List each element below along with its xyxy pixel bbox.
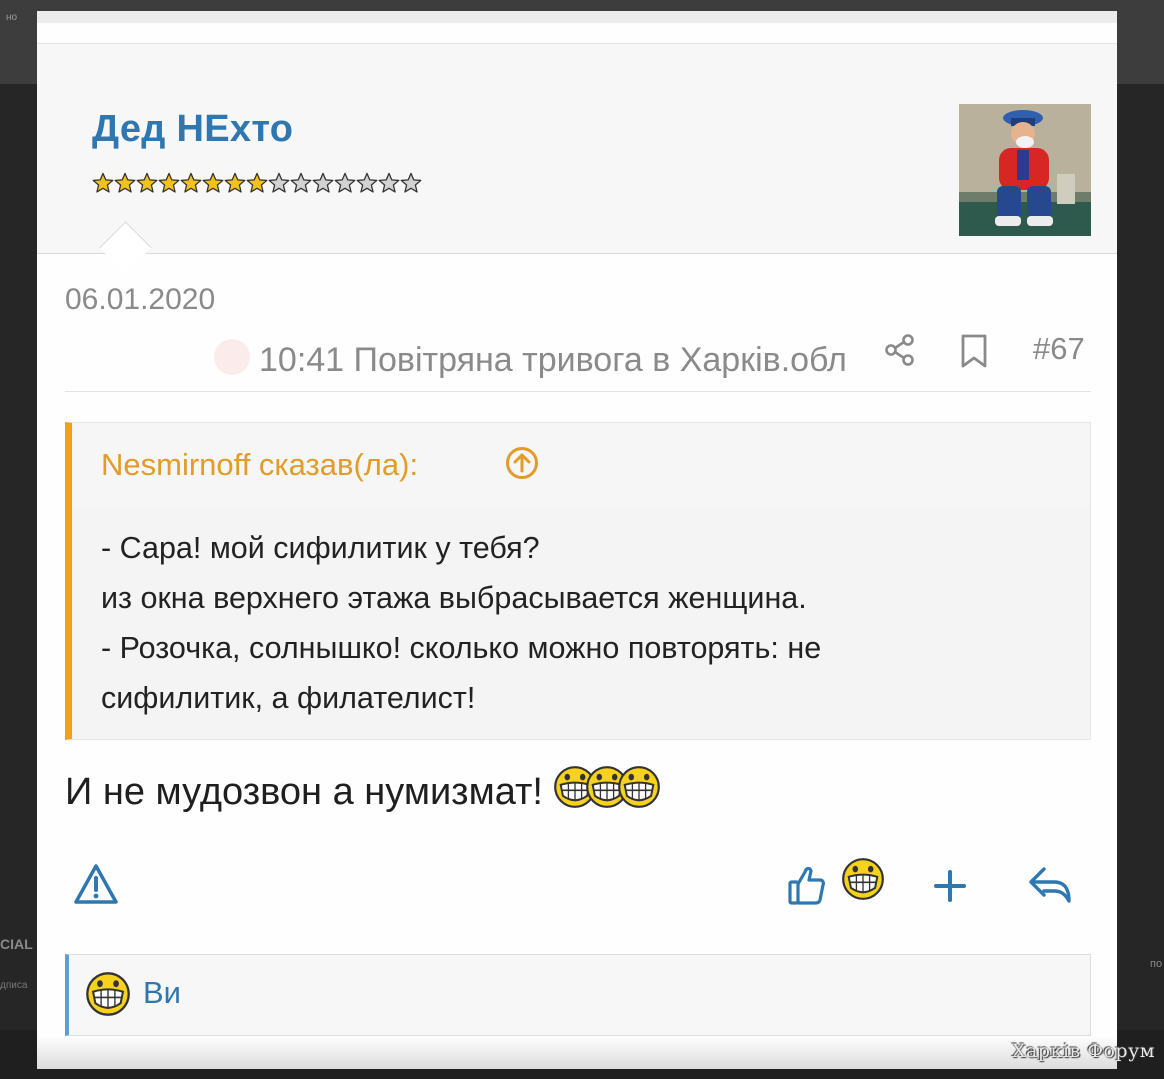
star-filled-icon — [158, 172, 180, 193]
share-icon[interactable] — [883, 333, 917, 367]
star-empty-icon — [268, 172, 290, 193]
reaction-users-link[interactable]: Ви — [143, 975, 181, 1011]
backdrop-left-label: CIAL — [0, 936, 33, 952]
star-filled-icon — [202, 172, 224, 193]
avatar-image — [959, 104, 1091, 236]
user-rating-stars — [92, 172, 422, 194]
reply-icon[interactable] — [1027, 863, 1073, 905]
star-empty-icon — [356, 172, 378, 193]
backdrop-right-small: по — [1150, 958, 1163, 970]
reaction-grin-icon — [841, 857, 885, 901]
grin-smileys — [553, 765, 660, 819]
quote-line: - Розочка, солнышко! сколько можно повто… — [101, 631, 822, 665]
post-message: И не мудозвон а нумизмат! — [65, 765, 660, 819]
message-text: И не мудозвон а нумизмат! — [65, 770, 543, 813]
card-top-edge — [37, 11, 1117, 23]
avatar[interactable] — [959, 104, 1091, 236]
star-empty-icon — [400, 172, 422, 193]
news-ticker[interactable]: 10:41 Повітряна тривога в Харків.обл — [259, 341, 847, 385]
card-bottom-edge — [37, 1036, 1117, 1069]
quote-author-link[interactable]: Nesmirnoff сказав(ла): — [101, 447, 418, 483]
divider — [65, 391, 1091, 392]
reaction-grin-icon — [85, 971, 131, 1017]
quote-line: из окна верхнего этажа выбрасывается жен… — [101, 581, 807, 615]
post-number-link[interactable]: #67 — [1033, 331, 1085, 367]
star-filled-icon — [114, 172, 136, 193]
star-empty-icon — [290, 172, 312, 193]
quote-line: - Сара! мой сифилитик у тебя? — [101, 531, 540, 565]
author-name-link[interactable]: Дед НЕхто — [92, 108, 293, 151]
grin-smiley-icon — [617, 765, 660, 819]
forum-post: Дед НЕхто 06.01.2020 10:41 Повітряна три… — [37, 11, 1117, 1069]
quote-block: Nesmirnoff сказав(ла): - Сара! мой сифил… — [65, 422, 1091, 740]
star-empty-icon — [334, 172, 356, 193]
star-filled-icon — [136, 172, 158, 193]
star-empty-icon — [312, 172, 334, 193]
star-filled-icon — [224, 172, 246, 193]
star-filled-icon — [92, 172, 114, 193]
bookmark-icon[interactable] — [959, 333, 989, 369]
star-filled-icon — [246, 172, 268, 193]
like-thumbs-up-icon[interactable] — [787, 863, 827, 907]
jump-to-quote-icon[interactable] — [504, 445, 540, 481]
report-warning-icon[interactable] — [73, 863, 119, 905]
post-date-link[interactable]: 06.01.2020 — [65, 283, 215, 317]
quote-line: сифилитик, а филателист! — [101, 681, 476, 715]
alert-indicator-icon — [214, 339, 250, 375]
add-reaction-plus-icon[interactable] — [933, 869, 967, 903]
backdrop-mini-text: но — [6, 12, 18, 23]
post-header: Дед НЕхто — [37, 44, 1117, 254]
star-empty-icon — [378, 172, 400, 193]
watermark: Харків Форум — [1012, 1040, 1156, 1062]
quote-body: - Сара! мой сифилитик у тебя? из окна ве… — [101, 523, 1071, 723]
backdrop-left-small: дписа — [0, 980, 28, 991]
star-filled-icon — [180, 172, 202, 193]
reactions-bar[interactable]: Ви — [65, 954, 1091, 1036]
